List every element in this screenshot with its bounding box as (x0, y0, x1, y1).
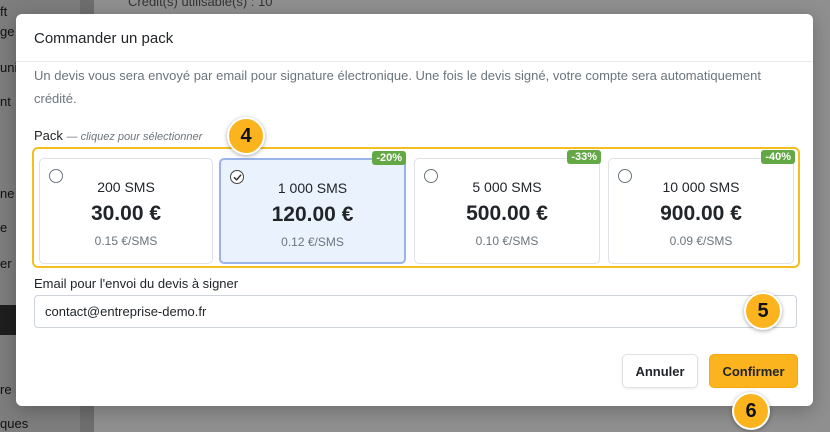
discount-badge: -40% (761, 150, 795, 164)
sidebar-fragment: ques (0, 416, 29, 431)
sidebar-fragment: er (0, 256, 12, 271)
pack-quantity: 10 000 SMS (662, 179, 740, 195)
pack-price: 120.00 € (271, 203, 354, 226)
sidebar-fragment: ne (0, 186, 15, 201)
sidebar-fragment: uni (0, 60, 18, 75)
pack-options: 200 SMS 30.00 € 0.15 €/SMS -20% 1 000 SM… (32, 147, 800, 268)
sidebar-fragment: nt (0, 94, 11, 109)
email-field[interactable] (34, 295, 797, 328)
pack-quantity: 5 000 SMS (472, 179, 542, 195)
pack-label: Pack — cliquez pour sélectionner (34, 128, 202, 143)
confirm-button[interactable]: Confirmer (709, 354, 798, 388)
sidebar-fragment: ft (0, 4, 8, 19)
pack-card-10000[interactable]: -40% 10 000 SMS 900.00 € 0.09 €/SMS (608, 150, 795, 264)
pack-card-200[interactable]: 200 SMS 30.00 € 0.15 €/SMS (39, 158, 213, 264)
step-marker-6: 6 (732, 392, 770, 430)
background-credit-text: Crédit(s) utilisable(s) : 10 (128, 0, 273, 9)
modal-intro-text: Un devis vous sera envoyé par email pour… (34, 68, 761, 106)
pack-unit-price: 0.15 €/SMS (94, 234, 158, 248)
order-pack-modal: Commander un pack Un devis vous sera env… (16, 14, 813, 406)
email-label: Email pour l'envoi du devis à signer (34, 276, 239, 291)
pack-price: 30.00 € (90, 202, 162, 225)
pack-quantity: 1 000 SMS (277, 180, 348, 196)
pack-unit-price: 0.10 €/SMS (475, 234, 539, 248)
modal-title: Commander un pack (34, 30, 174, 47)
discount-badge: -20% (372, 151, 406, 165)
sidebar-fragment: e (0, 220, 8, 235)
pack-hint: — cliquez pour sélectionner (66, 131, 203, 143)
pack-price: 900.00 € (660, 202, 742, 225)
step-marker-5: 5 (744, 292, 782, 330)
sidebar-fragment: ge (0, 24, 15, 39)
pack-label-text: Pack (34, 128, 63, 143)
pack-unit-price: 0.09 €/SMS (669, 234, 733, 248)
modal-header: Commander un pack (16, 14, 813, 62)
pack-unit-price: 0.12 €/SMS (281, 235, 344, 249)
pack-card-5000[interactable]: -33% 5 000 SMS 500.00 € 0.10 €/SMS (414, 150, 601, 264)
pack-card-1000[interactable]: -20% 1 000 SMS 120.00 € 0.12 €/SMS (219, 151, 406, 264)
discount-badge: -33% (567, 150, 601, 164)
pack-price: 500.00 € (466, 202, 548, 225)
pack-quantity: 200 SMS (97, 179, 155, 195)
cancel-button[interactable]: Annuler (622, 354, 698, 388)
step-marker-4: 4 (227, 117, 265, 155)
sidebar-fragment: re (0, 382, 12, 397)
